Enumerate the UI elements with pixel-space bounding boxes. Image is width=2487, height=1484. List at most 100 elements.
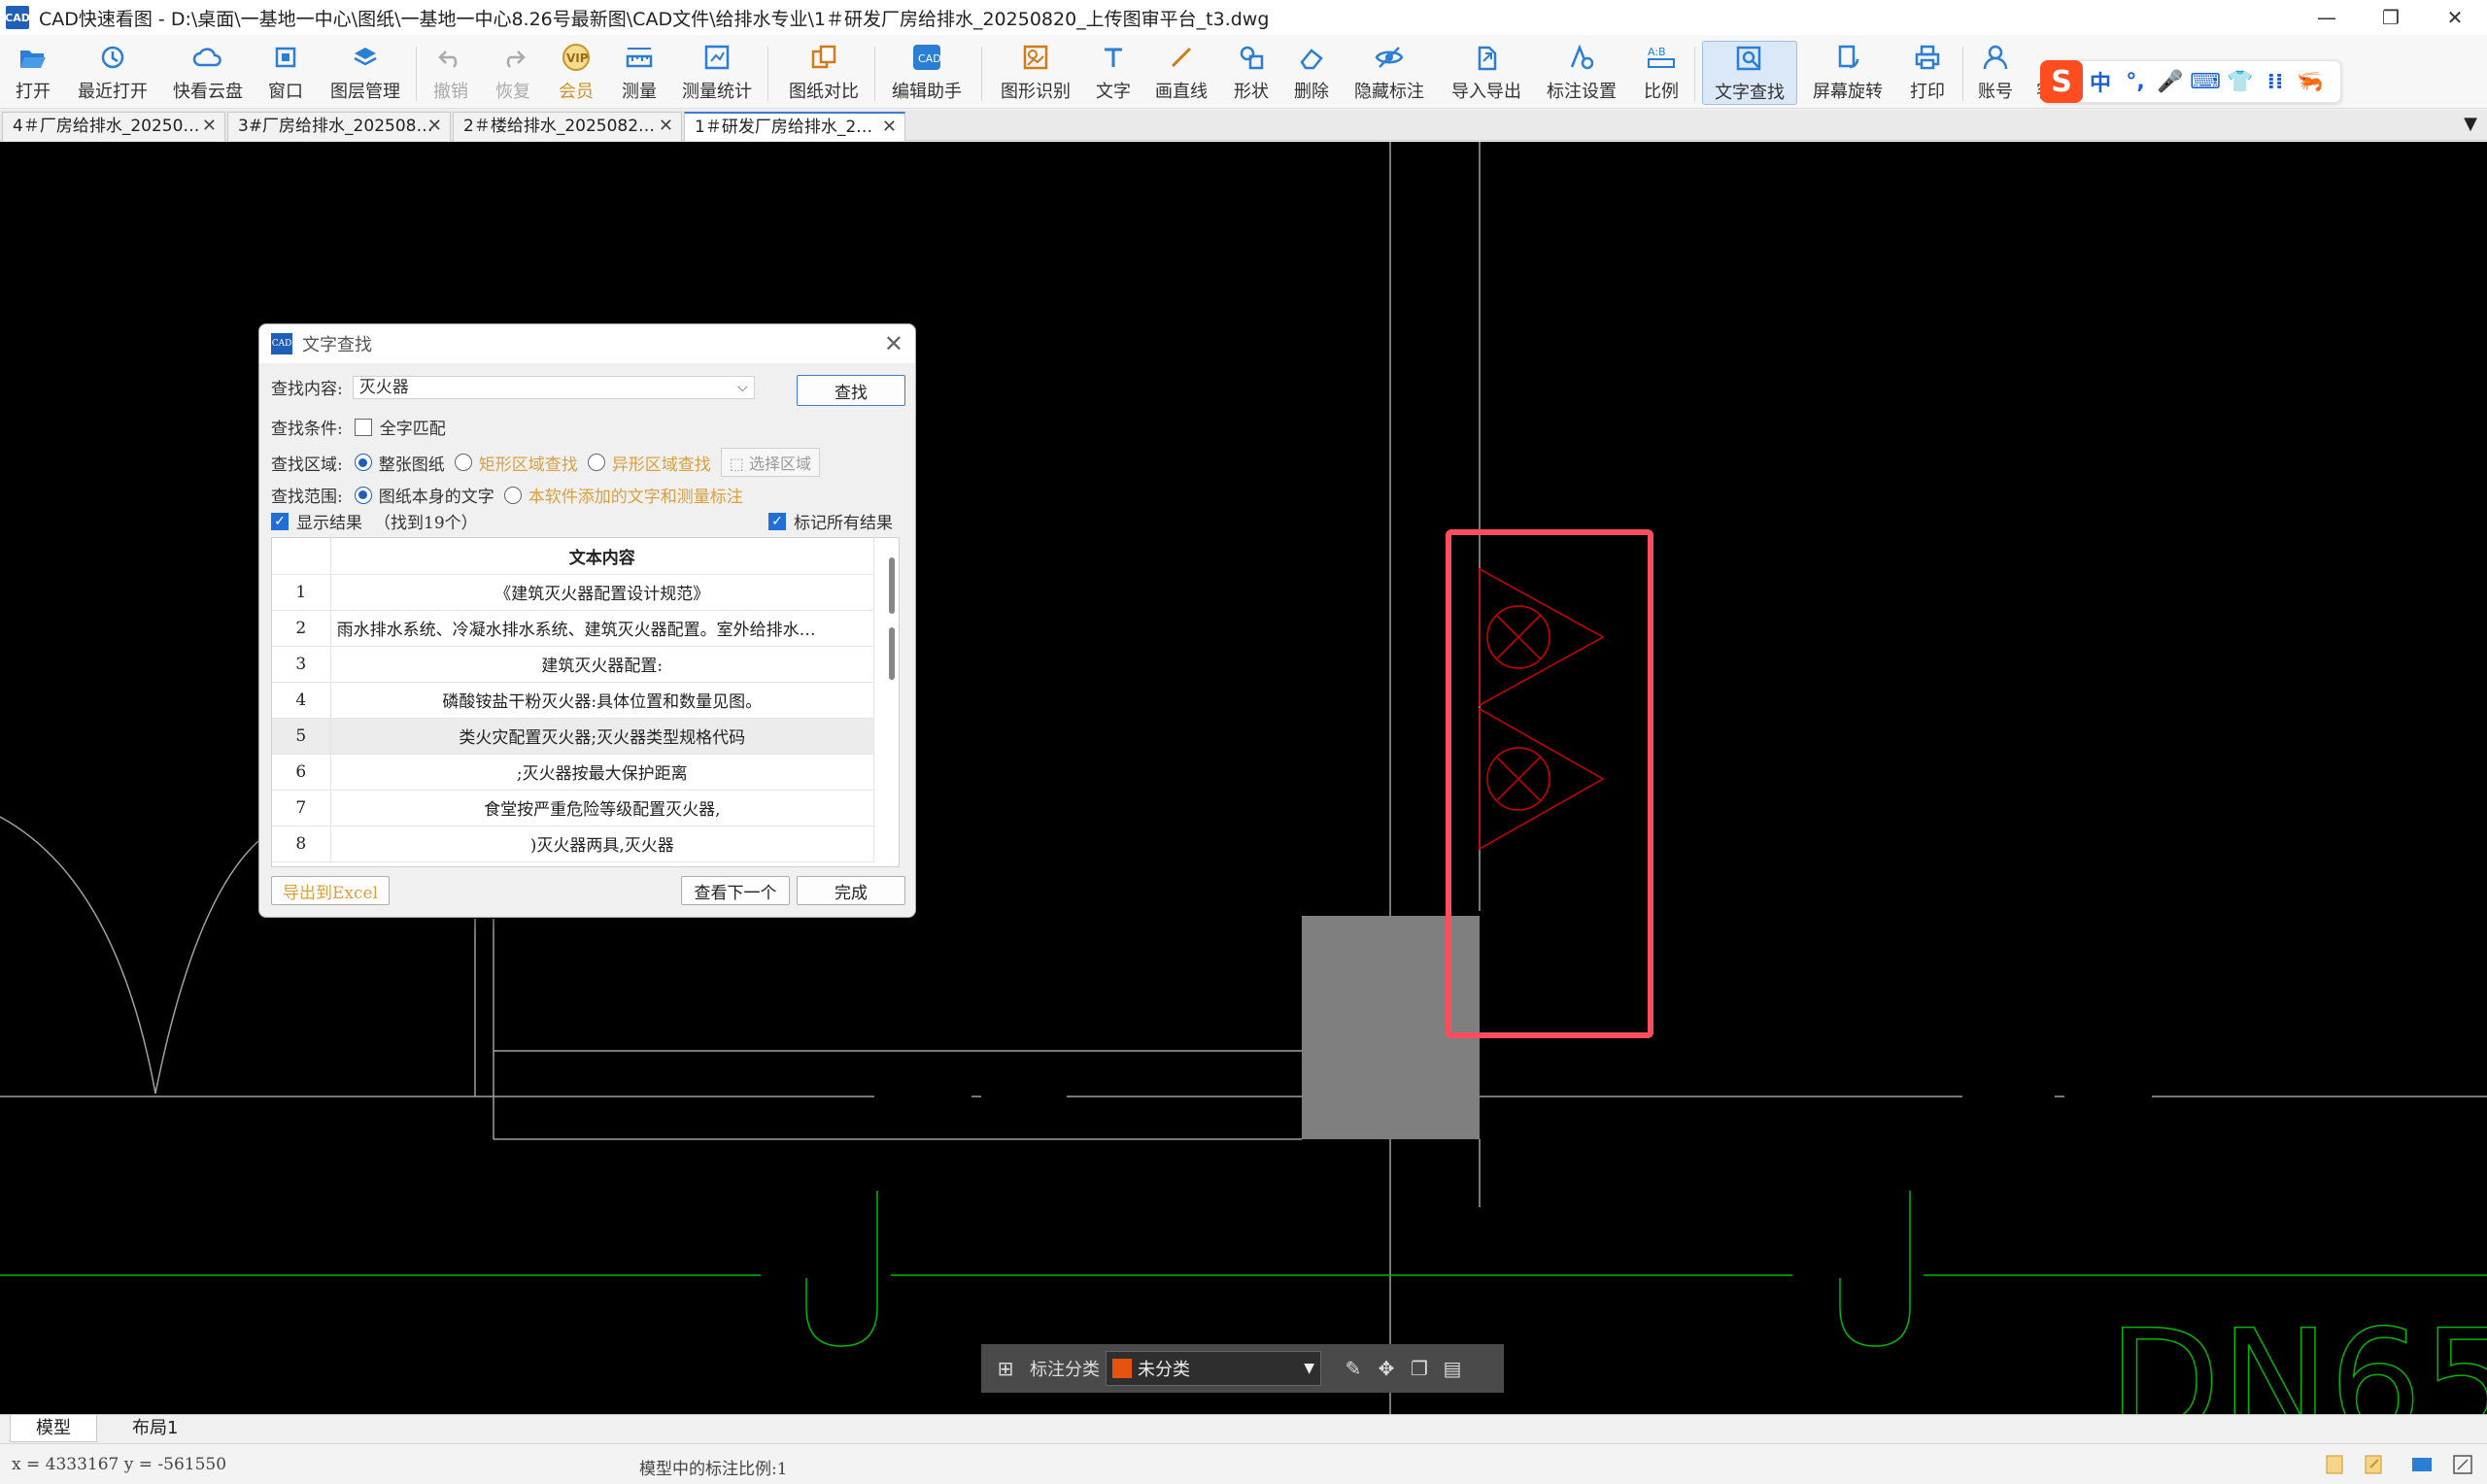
cad-app-icon: CAD: [271, 333, 292, 354]
hide-anno-button[interactable]: 隐藏标注: [1350, 41, 1428, 105]
done-button[interactable]: 完成: [797, 876, 905, 905]
separator: [416, 47, 417, 101]
range-drawing-radio[interactable]: [354, 486, 372, 504]
text-button[interactable]: 文字: [1092, 41, 1135, 105]
tab-model[interactable]: 模型: [10, 1415, 97, 1442]
export-excel-button[interactable]: 导出到Excel: [271, 876, 390, 905]
layers-icon: [349, 41, 382, 74]
screen-rotate-button[interactable]: 屏幕旋转: [1809, 41, 1887, 105]
settings-icon[interactable]: [2450, 1452, 2475, 1477]
ime-chinese-mode[interactable]: 中: [2083, 66, 2118, 97]
measure-stats-button[interactable]: 测量统计: [678, 41, 756, 105]
svg-text:CAD: CAD: [918, 52, 941, 65]
compare-button[interactable]: 图纸对比: [785, 41, 863, 105]
account-button[interactable]: 账号: [1974, 41, 2017, 105]
chevron-down-icon[interactable]: ⌵: [737, 377, 748, 398]
close-icon[interactable]: ✕: [882, 114, 897, 141]
close-icon[interactable]: ✕: [202, 113, 217, 140]
microphone-icon[interactable]: 🎤: [2153, 70, 2188, 94]
area-irregular-radio[interactable]: [587, 454, 605, 471]
table-row[interactable]: 7 食堂按严重危险等级配置灭火器,: [272, 790, 875, 826]
doc-tab[interactable]: 4＃厂房给排水_20250… ✕: [2, 112, 225, 141]
search-button[interactable]: 查找: [797, 375, 905, 406]
undo-button[interactable]: 撤销: [429, 41, 472, 105]
table-row[interactable]: 8)灭火器两具,灭火器: [272, 826, 875, 862]
recent-button[interactable]: 最近打开: [72, 41, 153, 105]
shape-button[interactable]: 形状: [1230, 41, 1273, 105]
table-row[interactable]: 3 建筑灭火器配置:: [272, 646, 875, 683]
text-search-button[interactable]: 文字查找: [1702, 41, 1797, 105]
undo-icon: [434, 41, 467, 74]
whole-word-checkbox[interactable]: [354, 418, 372, 436]
doc-tab[interactable]: 2＃楼给排水_2025082… ✕: [453, 112, 682, 141]
copy-icon[interactable]: ❐: [1403, 1357, 1436, 1380]
doc-tab[interactable]: 3#厂房给排水_202508… ✕: [227, 112, 451, 141]
mark-all-checkbox[interactable]: ✓: [768, 512, 786, 530]
dialog-close-icon[interactable]: ✕: [884, 330, 903, 357]
grid-icon[interactable]: ⊞: [989, 1357, 1022, 1380]
svg-text:VIP: VIP: [566, 51, 589, 65]
separator: [981, 47, 982, 101]
edit-doc-icon[interactable]: [2361, 1452, 2386, 1477]
scrollbar-thumb[interactable]: [889, 627, 895, 680]
ime-punctuation[interactable]: °,: [2118, 70, 2153, 94]
anno-settings-button[interactable]: 标注设置: [1543, 41, 1620, 105]
scrollbar-thumb[interactable]: [889, 557, 895, 614]
table-header: 文本内容: [272, 538, 875, 575]
next-result-button[interactable]: 查看下一个: [681, 876, 790, 905]
search-input[interactable]: 灭火器 ⌵: [352, 375, 755, 399]
layout-tabs: 模型 布局1: [0, 1414, 2487, 1443]
minimize-button[interactable]: —: [2295, 0, 2359, 35]
import-export-button[interactable]: 导入导出: [1448, 41, 1525, 105]
show-results-checkbox[interactable]: ✓: [271, 512, 289, 530]
table-row[interactable]: 6 ;灭火器按最大保护距离: [272, 754, 875, 791]
paste-icon[interactable]: ▤: [1436, 1357, 1469, 1380]
table-row-selected[interactable]: 5 类火灾配置灭火器;灭火器类型规格代码: [272, 718, 875, 755]
area-rect-radio[interactable]: [454, 454, 472, 471]
apps-icon[interactable]: ⁞⁞: [2258, 70, 2293, 94]
move-icon[interactable]: ✥: [1370, 1357, 1403, 1380]
cloud-button[interactable]: 快看云盘: [169, 41, 247, 105]
ime-toolbar[interactable]: S 中 °, 🎤 ⌨ 👕 ⁞⁞ 🦐: [2040, 60, 2341, 103]
measure-button[interactable]: 测量: [618, 41, 661, 105]
column-block: [1302, 916, 1480, 1139]
restore-button[interactable]: ❐: [2359, 0, 2423, 35]
delete-button[interactable]: 删除: [1290, 41, 1333, 105]
sogou-logo-icon[interactable]: S: [2040, 60, 2083, 103]
annotation-category-select[interactable]: 未分类 ▼: [1106, 1351, 1321, 1386]
vip-button[interactable]: VIP 会员: [554, 41, 598, 105]
redo-button[interactable]: 恢复: [492, 41, 534, 105]
area-whole-radio[interactable]: [354, 454, 372, 471]
keyboard-icon[interactable]: ⌨: [2188, 70, 2223, 94]
edit-helper-button[interactable]: CAD 编辑助手: [888, 41, 966, 105]
window-button[interactable]: 窗口: [264, 41, 307, 105]
close-icon[interactable]: ✕: [659, 113, 673, 140]
close-icon[interactable]: ✕: [427, 113, 442, 140]
doc-tab-active[interactable]: 1＃研发厂房给排水_2… ✕: [684, 112, 905, 141]
open-button[interactable]: 打开: [12, 41, 54, 105]
tab-layout1[interactable]: 布局1: [107, 1415, 203, 1442]
category-color-swatch: [1112, 1359, 1132, 1378]
print-button[interactable]: 打印: [1906, 41, 1949, 105]
eye-slash-icon: [1373, 41, 1406, 74]
range-added-radio[interactable]: [503, 486, 522, 504]
results-table[interactable]: 文本内容 1 《建筑灭火器配置设计规范》 2 雨水排水系统、冷凝水排水系统、建筑灭火…: [271, 537, 900, 867]
select-area-button[interactable]: ⬚ 选择区域: [720, 448, 820, 477]
mascot-icon[interactable]: 🦐: [2293, 70, 2328, 94]
line-button[interactable]: 画直线: [1152, 41, 1210, 105]
layers-button[interactable]: 图层管理: [326, 41, 404, 105]
document-icon[interactable]: [2322, 1452, 2347, 1477]
extinguisher-symbol: [1479, 707, 1605, 851]
tab-list-dropdown-icon[interactable]: ▼: [2464, 114, 2477, 134]
close-window-button[interactable]: ✕: [2423, 0, 2487, 35]
svg-text:A:B: A:B: [1648, 46, 1666, 58]
screen-mode-icon[interactable]: [2409, 1452, 2435, 1477]
shape-recog-button[interactable]: 图形识别: [997, 41, 1074, 105]
edit-icon[interactable]: ✎: [1337, 1357, 1370, 1380]
skin-icon[interactable]: 👕: [2223, 70, 2258, 94]
measure-stats-icon: [700, 41, 733, 74]
table-row[interactable]: 2 雨水排水系统、冷凝水排水系统、建筑灭火器配置。室外给排水…: [272, 610, 875, 647]
scale-button[interactable]: A:B 比例: [1640, 41, 1683, 105]
table-row[interactable]: 1 《建筑灭火器配置设计规范》: [272, 574, 875, 611]
table-row[interactable]: 4 磷酸铵盐干粉灭火器:具体位置和数量见图。: [272, 682, 875, 719]
